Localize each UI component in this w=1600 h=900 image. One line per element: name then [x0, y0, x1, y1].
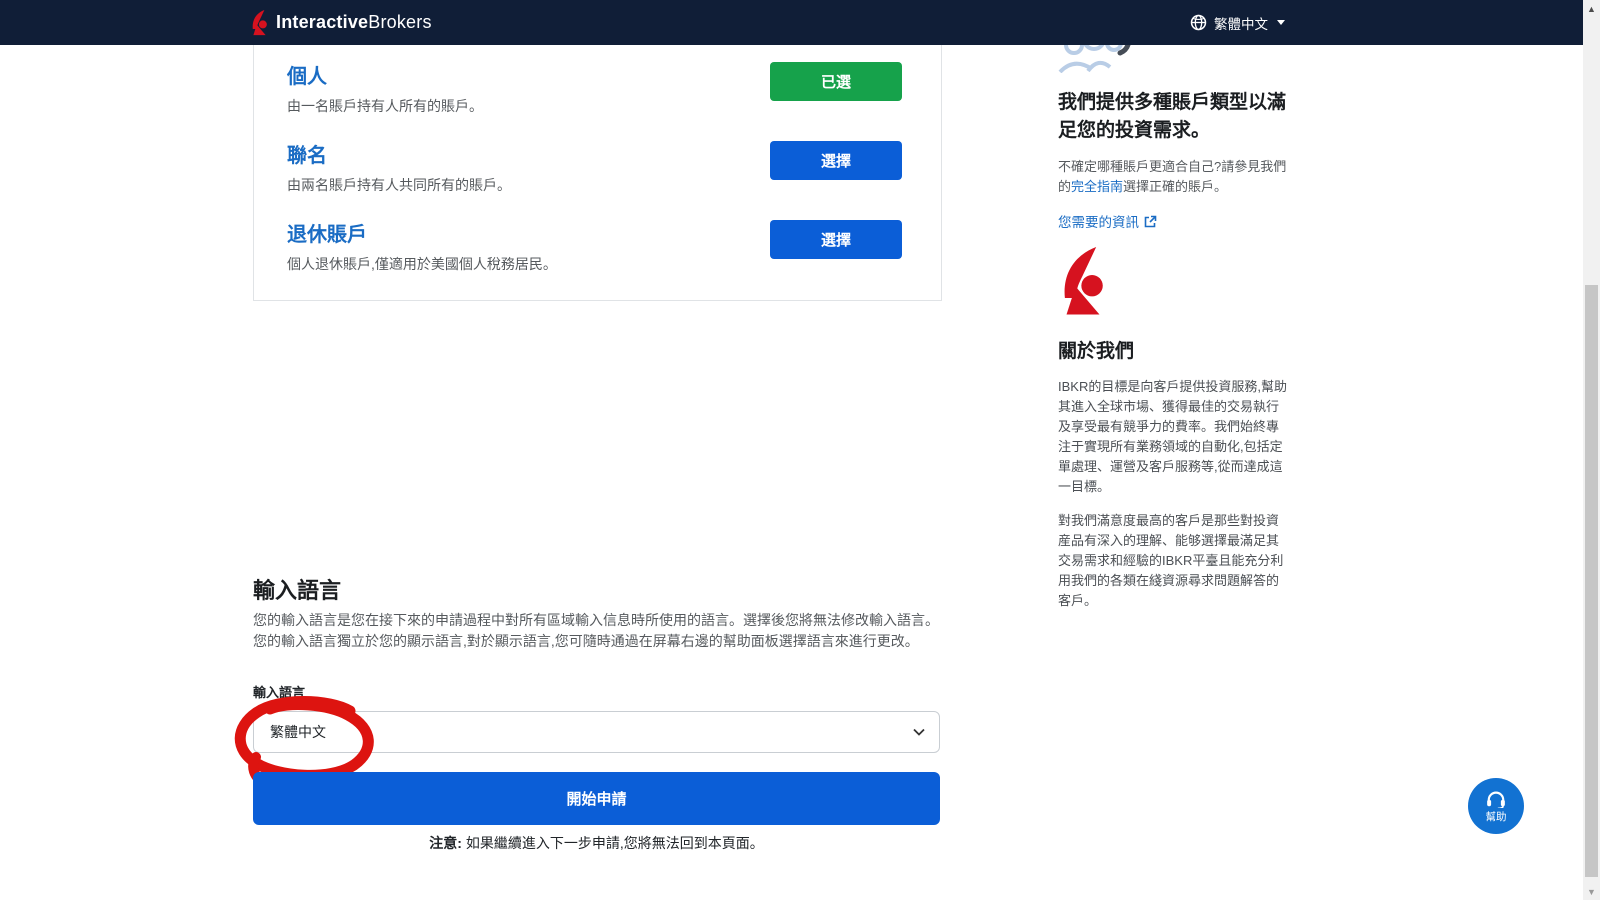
application-note: 注意: 如果繼續進入下一步申請,您將無法回到本頁面。 — [253, 833, 940, 853]
input-language-description: 您的輸入語言是您在接下來的申請過程中對所有區域輸入信息時所使用的語言。選擇後您將… — [253, 610, 945, 652]
select-button-joint[interactable]: 選擇 — [770, 141, 902, 180]
input-language-heading: 輸入語言 — [253, 573, 341, 605]
note-text: 如果繼續進入下一步申請,您將無法回到本頁面。 — [462, 835, 764, 851]
people-group-icon — [1058, 45, 1136, 73]
scroll-up-arrow[interactable]: ▲ — [1583, 0, 1600, 17]
external-link-icon — [1144, 215, 1157, 228]
globe-icon — [1190, 14, 1207, 31]
language-selector[interactable]: 繁體中文 — [1190, 0, 1285, 45]
info-link-label: 您需要的資訊 — [1058, 211, 1139, 231]
ibkr-flame-icon — [250, 10, 269, 36]
full-guide-link[interactable]: 完全指南 — [1071, 179, 1123, 194]
sidebar-heading: 我們提供多種賬戶類型以滿足您的投資需求。 — [1058, 89, 1291, 145]
about-paragraph-2: 對我們滿意度最高的客戶是那些對投資産品有深入的理解、能够選擇最滿足其交易需求和經… — [1058, 511, 1291, 611]
scroll-down-arrow[interactable]: ▼ — [1583, 883, 1600, 900]
chevron-down-icon — [913, 728, 925, 736]
page-scrollbar[interactable]: ▲ ▼ — [1583, 0, 1600, 900]
account-option-title-joint[interactable]: 聯名 — [287, 139, 327, 168]
note-bold-prefix: 注意: — [429, 835, 462, 851]
help-button[interactable]: 幫助 — [1468, 778, 1524, 834]
ibkr-brand-logo — [1058, 247, 1108, 317]
account-option-title-individual[interactable]: 個人 — [287, 60, 327, 89]
headset-icon — [1485, 789, 1507, 808]
info-you-need-link[interactable]: 您需要的資訊 — [1058, 211, 1291, 231]
input-language-label: 輸入語言 — [253, 682, 305, 701]
account-type-card: 個人 由一名賬戶持有人所有的賬戶。 已選 聯名 由兩名賬戶持有人共同所有的賬戶。… — [253, 45, 942, 301]
about-us-heading: 關於我們 — [1058, 336, 1291, 363]
chevron-down-icon — [1277, 20, 1285, 25]
input-language-select[interactable]: 繁體中文 — [253, 711, 940, 753]
selected-button-individual[interactable]: 已選 — [770, 62, 902, 101]
help-label: 幫助 — [1486, 809, 1507, 824]
account-types-illustration — [1058, 45, 1291, 73]
top-navbar: InteractiveBrokers 繁體中文 — [0, 0, 1583, 45]
account-option-title-retirement[interactable]: 退休賬戶 — [287, 218, 367, 247]
brand-regular: Brokers — [368, 12, 431, 32]
brand-wordmark: InteractiveBrokers — [276, 12, 432, 33]
brand-bold: Interactive — [276, 12, 368, 32]
scrollbar-thumb[interactable] — [1585, 285, 1598, 877]
account-option-desc-joint: 由兩名賬戶持有人共同所有的賬戶。 — [287, 175, 511, 195]
account-option-desc-individual: 由一名賬戶持有人所有的賬戶。 — [287, 96, 483, 116]
account-option-desc-retirement: 個人退休賬戶,僅適用於美國個人稅務居民。 — [287, 254, 557, 274]
select-button-retirement[interactable]: 選擇 — [770, 220, 902, 259]
start-application-button[interactable]: 開始申請 — [253, 772, 940, 825]
info-sidebar: 我們提供多種賬戶類型以滿足您的投資需求。 不確定哪種賬戶更適合自己?請參見我們的… — [1058, 45, 1291, 625]
brand-logo[interactable]: InteractiveBrokers — [250, 0, 432, 45]
intro-text-after: 選擇正確的賬戶。 — [1123, 179, 1227, 194]
language-label: 繁體中文 — [1214, 13, 1268, 33]
selected-language-value: 繁體中文 — [270, 722, 326, 742]
about-paragraph-1: IBKR的目標是向客戶提供投資服務,幫助其進入全球市場、獲得最佳的交易執行及享受… — [1058, 377, 1291, 497]
sidebar-intro-text: 不確定哪種賬戶更適合自己?請參見我們的完全指南選擇正確的賬戶。 — [1058, 157, 1291, 197]
